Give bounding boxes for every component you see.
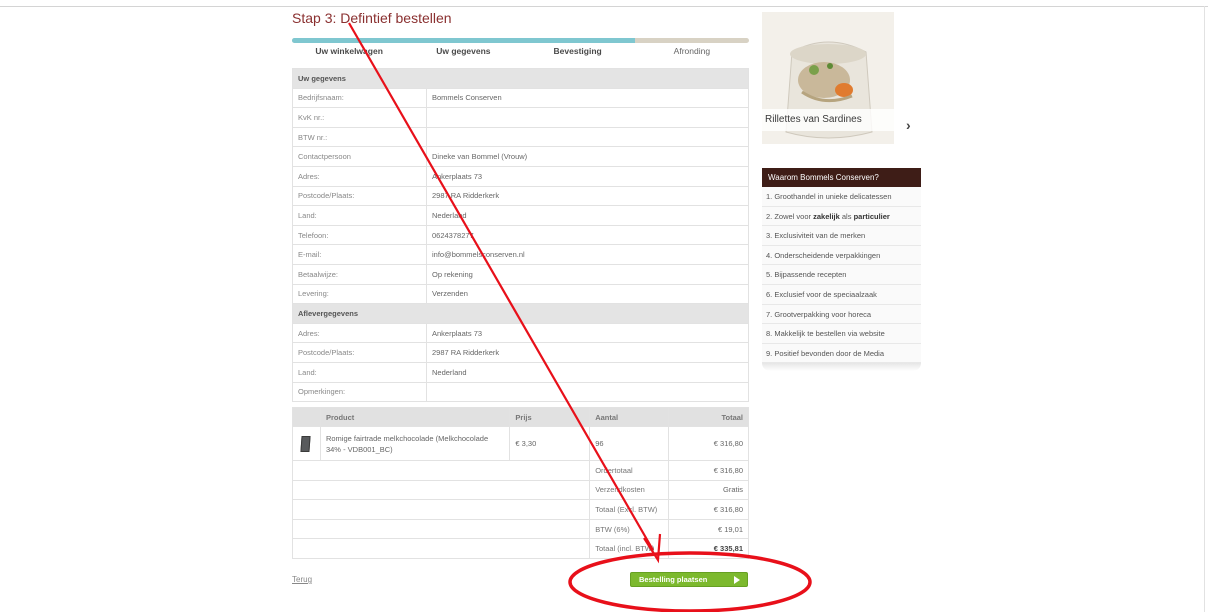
summary-value: € 316,80 (668, 499, 749, 520)
detail-label: Adres: (292, 165, 427, 187)
summary-label: Verzendkosten (589, 479, 670, 501)
place-order-label: Bestelling plaatsen (639, 575, 708, 584)
detail-label: Bedrijfsnaam: (292, 87, 427, 109)
why-title: Waarom Bommels Conserven? (762, 168, 921, 187)
delivery-section-title: Aflevergegevens (292, 303, 749, 324)
step-bevestiging: Bevestiging (553, 46, 602, 56)
why-item: 1. Groothandel in unieke delicatessen (762, 187, 921, 207)
why-shadow (762, 363, 921, 372)
order-header-qty: Aantal (589, 407, 670, 427)
detail-label: Land: (292, 361, 427, 383)
right-scroll-edge (1204, 6, 1205, 612)
why-box: Waarom Bommels Conserven? 1. Groothandel… (762, 168, 921, 372)
summary-row: Verzendkosten Gratis (291, 479, 749, 501)
product-thumbnail (292, 426, 321, 461)
order-header-price: Prijs (509, 407, 591, 427)
summary-row: Ordertotaal € 316,80 (291, 460, 749, 481)
play-arrow-icon (734, 576, 740, 584)
chocolate-bar-icon (300, 435, 311, 452)
detail-value: 0624378277 (426, 224, 749, 246)
detail-label: Postcode/Plaats: (292, 185, 427, 207)
summary-label: Ordertotaal (589, 460, 670, 481)
why-item: 2. Zowel voor zakelijk als particulier (762, 206, 921, 227)
detail-value (426, 107, 749, 128)
detail-label: Contactpersoon (292, 146, 427, 167)
detail-label: Land: (292, 205, 427, 226)
detail-label: Opmerkingen: (292, 381, 427, 403)
detail-label: Betaalwijze: (292, 263, 427, 285)
detail-label: E-mail: (292, 244, 427, 265)
chevron-right-icon[interactable]: › (906, 117, 911, 133)
step-afronding: Afronding (673, 46, 711, 56)
order-header-thumb (292, 407, 321, 427)
detail-label: Postcode/Plaats: (292, 342, 427, 363)
step-winkelwagen[interactable]: Uw winkelwagen (292, 46, 406, 60)
place-order-button[interactable]: Bestelling plaatsen (630, 572, 748, 587)
why-item: 5. Bijpassende recepten (762, 265, 921, 285)
detail-value: Ankerplaats 73 (426, 322, 749, 344)
checkout-steps: Uw winkelwagen Uw gegevens Bevestiging A… (292, 46, 749, 60)
order-header-total: Totaal (668, 407, 749, 427)
product-name: Romige fairtrade melkchocolade (Melkchoc… (319, 426, 511, 461)
summary-value: Gratis (668, 479, 749, 501)
detail-value: Dineke van Bommel (Vrouw) (426, 146, 749, 167)
summary-row: Totaal (Excl. BTW) € 316,80 (291, 499, 749, 520)
back-link[interactable]: Terug (292, 575, 312, 584)
detail-value: Nederland (426, 361, 749, 383)
detail-value: 2987 RA Ridderkerk (426, 342, 749, 363)
product-total: € 316,80 (668, 426, 749, 461)
summary-label: Totaal (Excl. BTW) (589, 499, 670, 520)
summary-row: BTW (6%) € 19,01 (291, 518, 749, 540)
step-gegevens[interactable]: Uw gegevens (406, 46, 520, 60)
why-item: 8. Makkelijk te bestellen via website (762, 324, 921, 344)
why-item: 4. Onderscheidende verpakkingen (762, 245, 921, 266)
customer-section-title: Uw gegevens (292, 68, 749, 89)
summary-label: Totaal (incl. BTW) (589, 538, 670, 559)
detail-value: info@bommelsconserven.nl (426, 244, 749, 265)
why-item: 3. Exclusiviteit van de merken (762, 226, 921, 246)
detail-value: 2987 RA Ridderkerk (426, 185, 749, 207)
progress-bar (292, 38, 749, 43)
customer-details-table: Uw gegevens Bedrijfsnaam: Bommels Conserv… (292, 68, 749, 403)
summary-row: Totaal (incl. BTW) € 335,81 (291, 538, 749, 559)
why-item: 7. Grootverpakking voor horeca (762, 304, 921, 325)
detail-value: Verzenden (426, 283, 749, 305)
detail-value: Nederland (426, 205, 749, 226)
progress-fill (292, 38, 635, 43)
detail-value: Op rekening (426, 263, 749, 285)
page-title: Stap 3: Defintief bestellen (292, 10, 452, 26)
order-table: Product Prijs Aantal Totaal Romige fairt… (291, 407, 749, 559)
summary-value-grand-total: € 335,81 (668, 538, 749, 559)
detail-value: Bommels Conserven (426, 87, 749, 109)
order-item-row: Romige fairtrade melkchocolade (Melkchoc… (292, 426, 749, 461)
why-item: 6. Exclusief voor de speciaalzaak (762, 284, 921, 305)
why-item: 9. Positief bevonden door de Media (762, 343, 921, 364)
detail-label: BTW nr.: (292, 126, 427, 148)
order-header-product: Product (319, 407, 511, 427)
detail-value (426, 126, 749, 148)
summary-value: € 316,80 (668, 460, 749, 481)
promo-caption: Rillettes van Sardines (762, 109, 894, 131)
summary-value: € 19,01 (668, 518, 749, 540)
product-price: € 3,30 (509, 426, 591, 461)
detail-label: KvK nr.: (292, 107, 427, 128)
detail-value (426, 381, 749, 403)
summary-label: BTW (6%) (589, 518, 670, 540)
top-divider (0, 6, 1208, 7)
product-qty: 96 (589, 426, 670, 461)
detail-label: Levering: (292, 283, 427, 305)
promo-slide[interactable]: Rillettes van Sardines (762, 12, 894, 144)
detail-label: Telefoon: (292, 224, 427, 246)
detail-value: Ankerplaats 73 (426, 165, 749, 187)
detail-label: Adres: (292, 322, 427, 344)
